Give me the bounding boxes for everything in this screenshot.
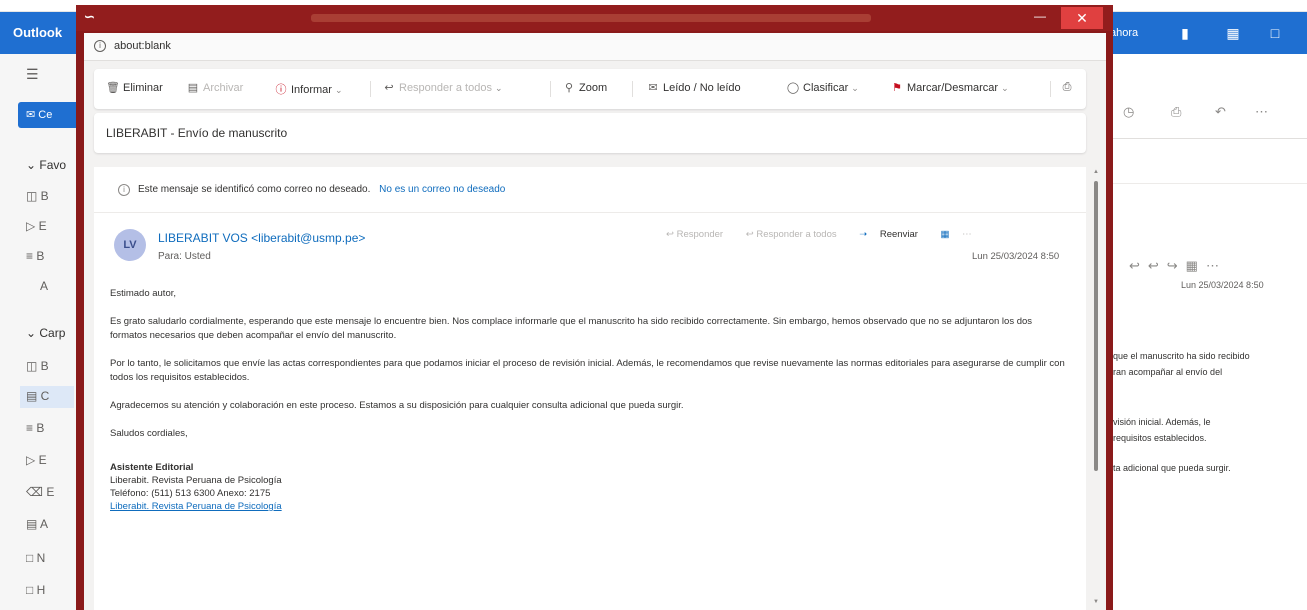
address-bar[interactable]: i about:blank (84, 33, 1106, 61)
folder-pane: ☰ ✉ Ce ⌄ Favo ◫ B ▷ E ≡ B A ⌄ Carp ◫ B ▤… (0, 54, 80, 610)
folder-item[interactable]: ≡ B (26, 418, 80, 440)
body-text-line: ta adicional que pueda surgir. (1113, 463, 1231, 473)
flag-icon: ⚑ (892, 82, 902, 94)
reply-button[interactable]: ↩ Responder (666, 229, 733, 240)
hamburger-icon[interactable]: ☰ (26, 66, 40, 83)
print-icon: ⎙ (1062, 81, 1072, 93)
body-text-line: ran acompañar al envío del (1113, 367, 1223, 377)
undo-icon[interactable]: ↶ (1215, 104, 1226, 120)
avatar[interactable]: LV (114, 229, 146, 261)
signature-org: Liberabit. Revista Peruana de Psicología (110, 475, 282, 486)
reply-all-button[interactable]: ↩ Responder a todos ⌄ (382, 81, 503, 99)
info-icon[interactable]: i (94, 40, 106, 52)
signature-phone: Teléfono: (511) 513 6300 Anexo: 2175 (110, 488, 271, 499)
junk-notice-text: Este mensaje se identificó como correo n… (138, 184, 371, 195)
flag-button[interactable]: ⚑ Marcar/Desmarcar ⌄ (890, 81, 1009, 99)
immersive-reader-icon[interactable]: ▦ (941, 229, 950, 240)
scroll-down-icon[interactable]: ▼ (1092, 599, 1100, 605)
body-closing: Saludos cordiales, (110, 428, 188, 439)
junk-notice-bar: i Este mensaje se identificó como correo… (94, 167, 1086, 213)
report-button[interactable]: ⓘ Informar ⌄ (274, 81, 343, 99)
print-icon[interactable]: ⎙ (1171, 104, 1181, 120)
signature-link[interactable]: Liberabit. Revista Peruana de Psicología (110, 500, 1070, 513)
body-paragraph: Agradecemos su atención y colaboración e… (110, 400, 684, 411)
background-reading-pane: ◷ ⎙ ↶ ⋯ ↩↩↪▦⋯ Lun 25/03/2024 8:50 que el… (1105, 54, 1307, 610)
categorize-button[interactable]: ◯ Clasificar ⌄ (786, 81, 859, 99)
read-unread-button[interactable]: ✉ Leído / No leído (646, 81, 740, 99)
body-paragraph: Es grato saludarlo cordialmente, esperan… (110, 316, 1033, 341)
trash-icon: 🗑 (106, 82, 120, 94)
folder-item[interactable]: □ H (26, 580, 80, 602)
megaphone-icon[interactable]: ▮ (1176, 24, 1194, 42)
folder-item-selected[interactable]: ▤ C (20, 386, 74, 408)
folder-item[interactable]: ≡ B (26, 246, 80, 268)
scroll-up-icon[interactable]: ▲ (1092, 169, 1100, 175)
folder-item[interactable]: ⌫ E (26, 482, 80, 504)
minimize-button[interactable]: — (1020, 9, 1060, 27)
folders-section[interactable]: ⌄ Carp (26, 326, 65, 340)
ribbon-toolbar: 🗑 Eliminar ▤ Archivar ⓘ Informar ⌄ ↩ Responde… (94, 69, 1086, 109)
zoom-icon: ⚲ (564, 82, 574, 94)
scroll-thumb[interactable] (1094, 181, 1098, 471)
subject-bar: LIBERABIT - Envío de manuscrito (94, 113, 1086, 153)
message-body: Estimado autor, Es grato saludarlo cordi… (110, 287, 1070, 513)
folder-item[interactable]: ▷ E (26, 216, 80, 238)
delete-button[interactable]: 🗑 Eliminar (106, 81, 163, 99)
message-pane: i Este mensaje se identificó como correo… (94, 167, 1086, 610)
recipient-line: Para: Usted (158, 251, 211, 262)
folder-item[interactable]: ◫ B (26, 356, 80, 378)
body-greeting: Estimado autor, (110, 288, 177, 299)
not-junk-link[interactable]: No es un correo no deseado (379, 184, 505, 195)
archive-icon: ▤ (187, 82, 199, 94)
popup-content: 🗑 Eliminar ▤ Archivar ⓘ Informar ⌄ ↩ Responde… (84, 61, 1106, 610)
topbar-text[interactable]: ahora (1110, 27, 1138, 39)
popup-title-bar[interactable]: ∽ — ✕ (76, 5, 1113, 31)
reply-all-button[interactable]: ↩ Responder a todos (746, 229, 847, 240)
folder-item[interactable]: ▷ E (26, 450, 80, 472)
body-text-line: visión inicial. Además, le (1113, 417, 1211, 427)
folder-item[interactable]: ◫ B (26, 186, 80, 208)
sender-name[interactable]: LIBERABIT VOS <liberabit@usmp.pe> (158, 231, 365, 245)
body-text-line: requisitos establecidos. (1113, 433, 1207, 443)
info-icon: i (118, 184, 130, 196)
close-button[interactable]: ✕ (1061, 7, 1103, 29)
popup-window: ∽ — ✕ i about:blank 🗑 Eliminar ▤ Archivar … (76, 5, 1113, 610)
report-icon: ⓘ (275, 84, 287, 96)
signature-title: Asistente Editorial (110, 462, 194, 473)
window-title (311, 14, 871, 22)
clock-icon[interactable]: ◷ (1123, 104, 1134, 120)
print-button[interactable]: ⎙ (1060, 81, 1077, 99)
forward-button[interactable]: ➝ Reenviar (859, 229, 928, 240)
message-date: Lun 25/03/2024 8:50 (972, 251, 1060, 262)
reply-all-icon: ↩ (384, 82, 394, 94)
signature: Asistente Editorial Liberabit. Revista P… (110, 461, 1070, 513)
archive-button[interactable]: ▤ Archivar (186, 81, 244, 99)
message-date: Lun 25/03/2024 8:50 (1181, 280, 1264, 290)
app-logo-icon: ∽ (84, 9, 95, 24)
envelope-open-icon: ✉ (648, 82, 658, 94)
body-text-line: que el manuscrito ha sido recibido (1113, 351, 1250, 361)
chevron-down-icon: ⌄ (1001, 83, 1009, 93)
forward-icon: ➝ (859, 229, 868, 240)
zoom-button[interactable]: ⚲ Zoom (562, 81, 607, 99)
folder-item[interactable]: ▤ A (26, 514, 80, 536)
address-url: about:blank (114, 40, 171, 52)
more-icon[interactable]: ⋯ (1255, 104, 1268, 120)
subject-title: LIBERABIT - Envío de manuscrito (106, 126, 288, 140)
tag-icon: ◯ (786, 82, 800, 94)
app-name: Outlook (13, 25, 63, 40)
office-icon[interactable]: ▦ (1224, 24, 1242, 42)
chevron-down-icon: ⌄ (494, 83, 503, 93)
message-actions: ↩ Responder ↩ Responder a todos ➝ Reenvi… (666, 229, 982, 245)
chevron-down-icon: ⌄ (851, 83, 859, 93)
vertical-scrollbar[interactable]: ▲ ▼ (1092, 167, 1100, 610)
message-actions-icons[interactable]: ↩↩↪▦⋯ (1129, 258, 1227, 274)
chevron-down-icon: ⌄ (334, 85, 343, 95)
folder-item[interactable]: □ N (26, 548, 80, 570)
new-mail-button[interactable]: ✉ Ce (18, 102, 80, 128)
favorites-section[interactable]: ⌄ Favo (26, 158, 66, 172)
chat-icon[interactable]: □ (1266, 24, 1284, 42)
more-actions-icon[interactable]: ⋯ (962, 229, 972, 240)
body-paragraph: Por lo tanto, le solicitamos que envíe l… (110, 358, 1065, 383)
